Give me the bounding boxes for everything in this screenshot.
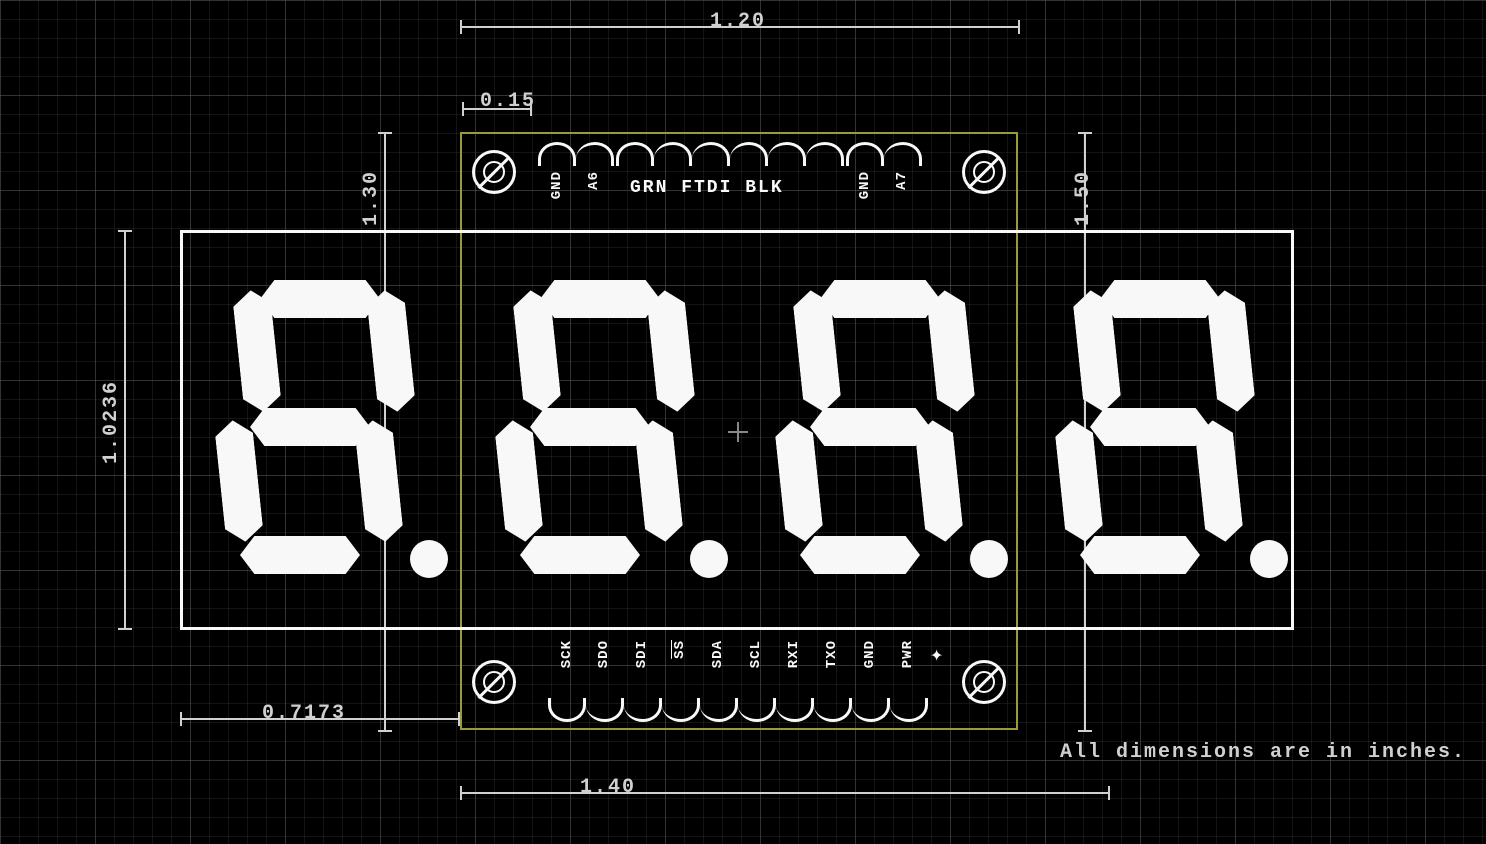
digit-4 xyxy=(1060,280,1260,580)
segment-a xyxy=(260,280,380,318)
segment-d xyxy=(520,536,640,574)
segment-g xyxy=(1090,408,1210,446)
pad-sdo: SDO xyxy=(586,698,624,722)
dim-tick xyxy=(1108,786,1110,800)
segment-b xyxy=(1206,288,1257,413)
dim-tick xyxy=(1018,20,1020,34)
dim-tick xyxy=(118,628,132,630)
digit-3 xyxy=(780,280,980,580)
segment-d xyxy=(240,536,360,574)
pad-row-top-center xyxy=(616,142,844,166)
digit-1 xyxy=(220,280,420,580)
dim-bottom-width: 1.40 xyxy=(580,776,636,799)
pad-row-bottom: SCKSDOSDISSSDASCLRXITXOGNDPWR xyxy=(548,698,928,722)
pin-label-gnd2: GND xyxy=(857,171,873,199)
decimal-point-2 xyxy=(690,540,728,578)
pin-label-pwr: PWR xyxy=(900,640,916,668)
dim-right: 1.50 xyxy=(1072,170,1095,226)
segment-a xyxy=(1100,280,1220,318)
dim-tick xyxy=(1078,730,1092,732)
segment-a xyxy=(820,280,940,318)
mounting-hole-tl xyxy=(472,150,516,194)
dim-tick xyxy=(180,712,182,726)
pad-row-top-right: GND A7 xyxy=(846,142,922,166)
pad-ftdi-0 xyxy=(616,142,654,166)
pin-label-scl: SCL xyxy=(748,640,764,668)
segment-a xyxy=(540,280,660,318)
pin-label-sda: SDA xyxy=(710,640,726,668)
pin-label-sdo: SDO xyxy=(596,640,612,668)
pad-a6: A6 xyxy=(576,142,614,166)
origin-crosshair xyxy=(728,422,748,442)
segment-b xyxy=(646,288,697,413)
dim-tick xyxy=(378,132,392,134)
pad-ftdi-3 xyxy=(730,142,768,166)
mounting-hole-br xyxy=(962,660,1006,704)
segment-e xyxy=(214,418,265,543)
dim-bl-offset: 0.7173 xyxy=(262,702,346,725)
pin-label-gnd: GND xyxy=(862,640,878,668)
dim-left-inner: 1.30 xyxy=(360,170,383,226)
dim-line-display-h xyxy=(124,230,126,630)
pad-gnd: GND xyxy=(538,142,576,166)
pin-label-a6: A6 xyxy=(586,171,602,190)
segment-b xyxy=(366,288,417,413)
dim-line-bottom xyxy=(460,792,1110,794)
dim-tick xyxy=(118,230,132,232)
dim-tick xyxy=(462,102,464,116)
pad-rxi: RXI xyxy=(776,698,814,722)
segment-g xyxy=(530,408,650,446)
decimal-point-1 xyxy=(410,540,448,578)
dim-tick xyxy=(1078,132,1092,134)
dimensions-note: All dimensions are in inches. xyxy=(1060,741,1466,764)
dim-tick xyxy=(460,20,462,34)
segment-b xyxy=(926,288,977,413)
mounting-hole-tr xyxy=(962,150,1006,194)
pad-row-top-left: GND A6 xyxy=(538,142,614,166)
pad-pwr: PWR xyxy=(890,698,928,722)
dim-tick xyxy=(460,786,462,800)
pin-label-ss: SS xyxy=(672,640,688,659)
segment-d xyxy=(800,536,920,574)
dim-top-width: 1.20 xyxy=(710,10,766,33)
pad-ftdi-2 xyxy=(692,142,730,166)
pad-gnd2: GND xyxy=(846,142,884,166)
pin-label-a7: A7 xyxy=(894,171,910,190)
mounting-hole-bl xyxy=(472,660,516,704)
pad-txo: TXO xyxy=(814,698,852,722)
drawing-canvas: 1.20 0.15 1.40 1.30 1.50 1.0236 0.7173 G… xyxy=(0,0,1486,844)
segment-g xyxy=(250,408,370,446)
segment-d xyxy=(1080,536,1200,574)
pad-sck: SCK xyxy=(548,698,586,722)
dim-edge-offset: 0.15 xyxy=(480,90,536,113)
segment-e xyxy=(494,418,545,543)
pad-sdi: SDI xyxy=(624,698,662,722)
pin-label-sdi: SDI xyxy=(634,640,650,668)
flame-icon: ✦ xyxy=(930,642,943,668)
decimal-point-4 xyxy=(1250,540,1288,578)
pad-ftdi-5 xyxy=(806,142,844,166)
pin-label-rxi: RXI xyxy=(786,640,802,668)
segment-g xyxy=(810,408,930,446)
pad-gnd: GND xyxy=(852,698,890,722)
pin-label-txo: TXO xyxy=(824,640,840,668)
dim-display-height: 1.0236 xyxy=(100,380,123,464)
pin-label-gnd: GND xyxy=(549,171,565,199)
dim-tick xyxy=(378,730,392,732)
segment-e xyxy=(1054,418,1105,543)
pad-ftdi-4 xyxy=(768,142,806,166)
pad-ss: SS xyxy=(662,698,700,722)
pad-sda: SDA xyxy=(700,698,738,722)
digit-2 xyxy=(500,280,700,580)
silk-top-center: GRN FTDI BLK xyxy=(630,178,784,198)
pad-ftdi-1 xyxy=(654,142,692,166)
segment-e xyxy=(774,418,825,543)
pad-scl: SCL xyxy=(738,698,776,722)
decimal-point-3 xyxy=(970,540,1008,578)
pin-label-sck: SCK xyxy=(559,640,575,668)
pad-a7: A7 xyxy=(884,142,922,166)
